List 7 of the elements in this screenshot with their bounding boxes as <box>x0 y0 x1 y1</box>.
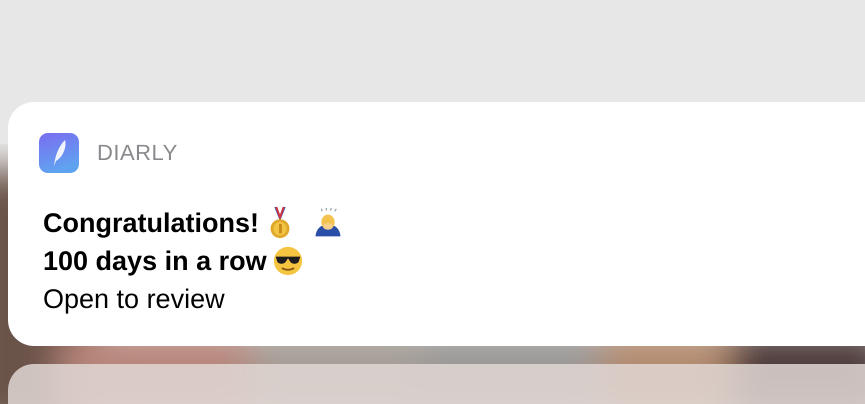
notification-subtitle: 100 days in a row <box>43 246 267 276</box>
notification-card[interactable]: DIARLY Congratulations! 100 days in a row Open to review <box>8 102 865 346</box>
sunglasses-face-icon <box>272 244 303 278</box>
feather-icon <box>39 133 79 173</box>
notification-body: Open to review <box>43 284 225 314</box>
app-name: DIARLY <box>97 140 178 166</box>
notification-title: Congratulations! <box>43 208 259 238</box>
